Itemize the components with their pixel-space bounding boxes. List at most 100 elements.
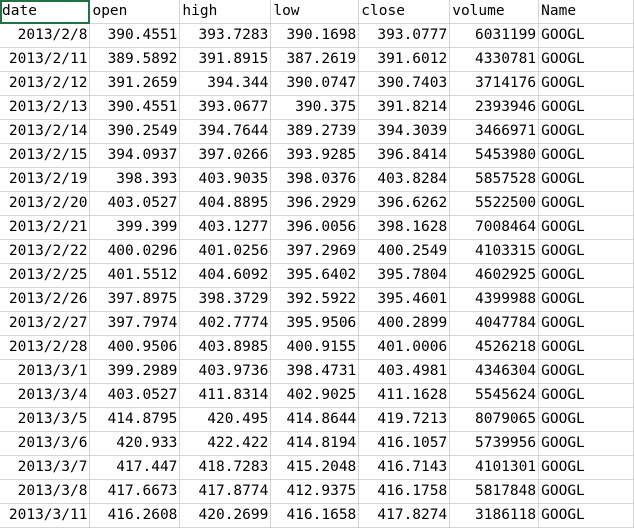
cell-high[interactable]: 402.7774 — [179, 311, 272, 336]
cell-high[interactable]: 391.8915 — [179, 47, 272, 72]
cell-name[interactable]: GOOGL — [538, 359, 634, 384]
header-cell-volume[interactable]: volume — [449, 0, 540, 24]
cell-low[interactable]: 397.2969 — [270, 239, 360, 264]
cell-volume[interactable]: 4330781 — [449, 47, 540, 72]
cell-open[interactable]: 403.0527 — [89, 191, 181, 216]
cell-open[interactable]: 397.7974 — [89, 311, 181, 336]
cell-date[interactable]: 2013/3/11 — [0, 503, 91, 528]
cell-name[interactable]: GOOGL — [538, 383, 634, 408]
cell-high[interactable]: 401.0256 — [179, 239, 272, 264]
cell-volume[interactable]: 4602925 — [449, 263, 540, 288]
cell-close[interactable]: 417.8274 — [358, 503, 451, 528]
cell-open[interactable]: 390.4551 — [89, 23, 181, 48]
cell-volume[interactable]: 2393946 — [449, 95, 540, 120]
cell-name[interactable]: GOOGL — [538, 431, 634, 456]
cell-name[interactable]: GOOGL — [538, 95, 634, 120]
cell-name[interactable]: GOOGL — [538, 143, 634, 168]
cell-low[interactable]: 402.9025 — [270, 383, 360, 408]
cell-low[interactable]: 400.9155 — [270, 335, 360, 360]
cell-close[interactable]: 391.8214 — [358, 95, 451, 120]
cell-high[interactable]: 394.7644 — [179, 119, 272, 144]
cell-volume[interactable]: 7008464 — [449, 215, 540, 240]
header-cell-open[interactable]: open — [89, 0, 181, 24]
cell-volume[interactable]: 4526218 — [449, 335, 540, 360]
cell-date[interactable]: 2013/2/20 — [0, 191, 91, 216]
cell-low[interactable]: 414.8194 — [270, 431, 360, 456]
cell-date[interactable]: 2013/3/7 — [0, 455, 91, 480]
cell-volume[interactable]: 3186118 — [449, 503, 540, 528]
cell-open[interactable]: 398.393 — [89, 167, 181, 192]
cell-name[interactable]: GOOGL — [538, 167, 634, 192]
cell-date[interactable]: 2013/2/22 — [0, 239, 91, 264]
cell-name[interactable]: GOOGL — [538, 503, 634, 528]
cell-close[interactable]: 394.3039 — [358, 119, 451, 144]
cell-close[interactable]: 401.0006 — [358, 335, 451, 360]
cell-open[interactable]: 414.8795 — [89, 407, 181, 432]
cell-volume[interactable]: 3714176 — [449, 71, 540, 96]
cell-open[interactable]: 416.2608 — [89, 503, 181, 528]
cell-volume[interactable]: 5739956 — [449, 431, 540, 456]
cell-date[interactable]: 2013/2/8 — [0, 23, 91, 48]
cell-open[interactable]: 399.399 — [89, 215, 181, 240]
cell-date[interactable]: 2013/2/27 — [0, 311, 91, 336]
cell-date[interactable]: 2013/2/28 — [0, 335, 91, 360]
cell-open[interactable]: 399.2989 — [89, 359, 181, 384]
cell-date[interactable]: 2013/2/25 — [0, 263, 91, 288]
cell-close[interactable]: 400.2899 — [358, 311, 451, 336]
cell-close[interactable]: 419.7213 — [358, 407, 451, 432]
cell-low[interactable]: 393.9285 — [270, 143, 360, 168]
cell-date[interactable]: 2013/3/6 — [0, 431, 91, 456]
cell-low[interactable]: 414.8644 — [270, 407, 360, 432]
cell-date[interactable]: 2013/2/26 — [0, 287, 91, 312]
cell-high[interactable]: 403.9035 — [179, 167, 272, 192]
cell-name[interactable]: GOOGL — [538, 191, 634, 216]
cell-volume[interactable]: 4101301 — [449, 455, 540, 480]
cell-close[interactable]: 396.6262 — [358, 191, 451, 216]
cell-close[interactable]: 391.6012 — [358, 47, 451, 72]
cell-open[interactable]: 391.2659 — [89, 71, 181, 96]
cell-high[interactable]: 411.8314 — [179, 383, 272, 408]
cell-open[interactable]: 400.9506 — [89, 335, 181, 360]
cell-low[interactable]: 412.9375 — [270, 479, 360, 504]
cell-low[interactable]: 396.2929 — [270, 191, 360, 216]
cell-low[interactable]: 416.1658 — [270, 503, 360, 528]
cell-open[interactable]: 420.933 — [89, 431, 181, 456]
header-cell-low[interactable]: low — [270, 0, 360, 24]
cell-name[interactable]: GOOGL — [538, 335, 634, 360]
cell-close[interactable]: 393.0777 — [358, 23, 451, 48]
cell-close[interactable]: 395.7804 — [358, 263, 451, 288]
cell-low[interactable]: 398.0376 — [270, 167, 360, 192]
cell-name[interactable]: GOOGL — [538, 23, 634, 48]
cell-open[interactable]: 417.6673 — [89, 479, 181, 504]
cell-close[interactable]: 396.8414 — [358, 143, 451, 168]
cell-close[interactable]: 403.8284 — [358, 167, 451, 192]
cell-high[interactable]: 420.495 — [179, 407, 272, 432]
cell-close[interactable]: 403.4981 — [358, 359, 451, 384]
cell-name[interactable]: GOOGL — [538, 311, 634, 336]
cell-high[interactable]: 403.1277 — [179, 215, 272, 240]
cell-high[interactable]: 393.7283 — [179, 23, 272, 48]
cell-close[interactable]: 400.2549 — [358, 239, 451, 264]
cell-close[interactable]: 390.7403 — [358, 71, 451, 96]
cell-low[interactable]: 387.2619 — [270, 47, 360, 72]
cell-high[interactable]: 422.422 — [179, 431, 272, 456]
header-cell-name[interactable]: Name — [538, 0, 634, 24]
cell-date[interactable]: 2013/2/12 — [0, 71, 91, 96]
header-cell-high[interactable]: high — [179, 0, 272, 24]
cell-close[interactable]: 395.4601 — [358, 287, 451, 312]
cell-close[interactable]: 416.1758 — [358, 479, 451, 504]
cell-name[interactable]: GOOGL — [538, 407, 634, 432]
cell-open[interactable]: 397.8975 — [89, 287, 181, 312]
cell-name[interactable]: GOOGL — [538, 215, 634, 240]
cell-date[interactable]: 2013/3/1 — [0, 359, 91, 384]
cell-date[interactable]: 2013/2/19 — [0, 167, 91, 192]
cell-date[interactable]: 2013/3/5 — [0, 407, 91, 432]
cell-volume[interactable]: 5817848 — [449, 479, 540, 504]
cell-low[interactable]: 395.9506 — [270, 311, 360, 336]
cell-volume[interactable]: 4399988 — [449, 287, 540, 312]
cell-high[interactable]: 403.9736 — [179, 359, 272, 384]
cell-volume[interactable]: 5522500 — [449, 191, 540, 216]
cell-name[interactable]: GOOGL — [538, 119, 634, 144]
cell-date[interactable]: 2013/2/14 — [0, 119, 91, 144]
cell-low[interactable]: 415.2048 — [270, 455, 360, 480]
